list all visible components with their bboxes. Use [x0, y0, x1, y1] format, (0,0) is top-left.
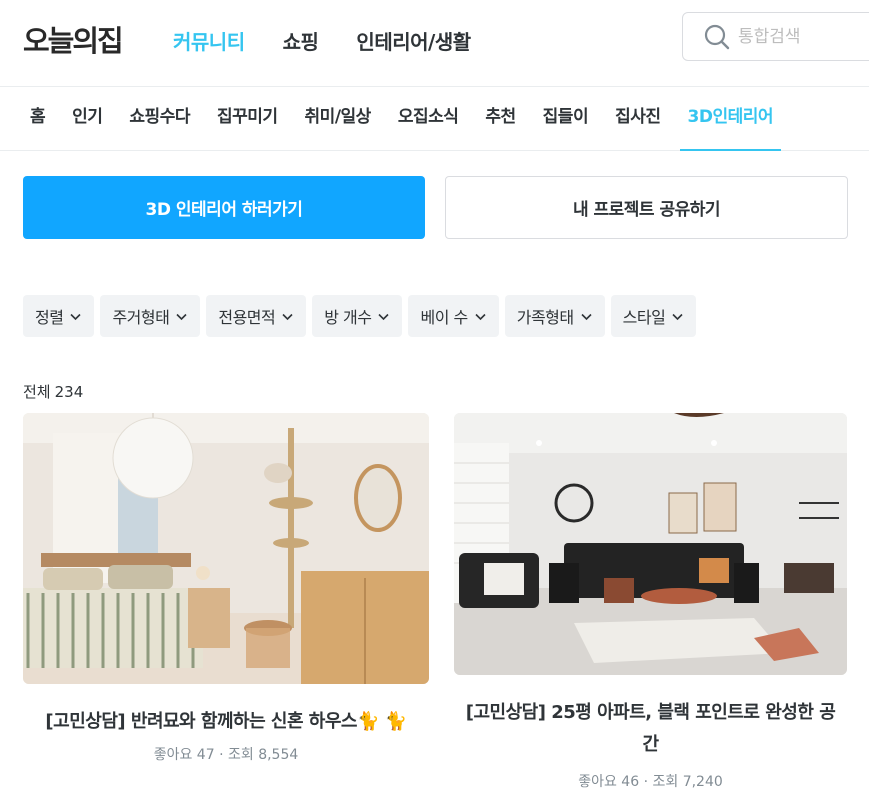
- chevron-down-icon: [672, 313, 683, 320]
- view-count: 조회 8,554: [227, 747, 299, 763]
- nav-shopping[interactable]: 쇼핑: [283, 26, 319, 55]
- like-count: 좋아요 46: [578, 774, 640, 790]
- filter-label: 주거형태: [112, 308, 170, 327]
- project-stats: 좋아요 47 · 조회 8,554: [153, 747, 299, 763]
- share-project-button[interactable]: 내 프로젝트 공유하기: [445, 176, 848, 239]
- subnav-decorating[interactable]: 집꾸미기: [217, 87, 278, 150]
- project-card[interactable]: [고민상담] 반려묘와 함께하는 신혼 하우스🐈 🐈 좋아요 47 · 조회 8…: [23, 413, 429, 764]
- chevron-down-icon: [581, 313, 592, 320]
- subnav-shopping-talk[interactable]: 쇼핑수다: [129, 87, 190, 150]
- result-count: 전체 234: [23, 381, 87, 402]
- project-card[interactable]: [고민상담] 25평 아파트, 블랙 포인트로 완성한 공간 좋아요 46 · …: [454, 413, 847, 791]
- global-nav: 커뮤니티 쇼핑 인테리어/생활: [173, 26, 471, 55]
- search-icon: [704, 24, 730, 50]
- result-count-value: 234: [54, 383, 84, 401]
- subnav-housewarming[interactable]: 집들이: [543, 87, 589, 150]
- project-title[interactable]: [고민상담] 25평 아파트, 블랙 포인트로 완성한 공간: [454, 697, 847, 761]
- filter-label: 베이 수: [420, 308, 468, 327]
- filter-bay-count[interactable]: 베이 수: [408, 295, 499, 337]
- filter-floor-area[interactable]: 전용면적: [206, 295, 307, 337]
- search-input[interactable]: [738, 25, 868, 49]
- filter-label: 방 개수: [324, 308, 372, 327]
- like-count: 좋아요 47: [153, 747, 215, 763]
- filter-style[interactable]: 스타일: [610, 295, 697, 337]
- chevron-down-icon: [475, 313, 486, 320]
- subnav-house-photos[interactable]: 집사진: [615, 87, 661, 150]
- subnav-home[interactable]: 홈: [30, 87, 46, 150]
- logo[interactable]: 오늘의집: [23, 18, 124, 60]
- filter-sort[interactable]: 정렬: [23, 295, 95, 337]
- chevron-down-icon: [282, 313, 293, 320]
- result-count-label: 전체: [23, 383, 51, 401]
- subnav-popular[interactable]: 인기: [72, 87, 103, 150]
- subnav-3d-interior[interactable]: 3D인테리어: [679, 87, 781, 151]
- community-subnav: 홈 인기 쇼핑수다 집꾸미기 취미/일상 오집소식 추천 집들이 집사진 3D인…: [0, 87, 869, 151]
- chevron-down-icon: [378, 313, 390, 320]
- subnav-hobby-daily[interactable]: 취미/일상: [305, 87, 372, 150]
- filter-family-type[interactable]: 가족형태: [504, 295, 605, 337]
- chevron-down-icon: [70, 313, 82, 320]
- filter-housing-type[interactable]: 주거형태: [100, 295, 201, 337]
- filter-label: 정렬: [35, 308, 64, 327]
- global-header: 오늘의집 커뮤니티 쇼핑 인테리어/생활: [0, 0, 869, 87]
- filter-room-count[interactable]: 방 개수: [312, 295, 403, 337]
- bedroom-render-image: [23, 413, 429, 684]
- living-room-render-image: [454, 413, 847, 675]
- project-thumbnail[interactable]: [23, 413, 429, 684]
- start-3d-interior-button[interactable]: 3D 인테리어 하러가기: [23, 176, 425, 239]
- search-box[interactable]: [682, 12, 869, 61]
- project-thumbnail[interactable]: [454, 413, 847, 675]
- subnav-recommended[interactable]: 추천: [485, 87, 516, 150]
- filter-label: 전용면적: [218, 308, 276, 327]
- filter-label: 가족형태: [516, 308, 574, 327]
- project-title[interactable]: [고민상담] 반려묘와 함께하는 신혼 하우스🐈 🐈: [23, 706, 429, 738]
- nav-community[interactable]: 커뮤니티: [173, 26, 245, 55]
- subnav-ohouse-news[interactable]: 오집소식: [398, 87, 459, 150]
- project-stats: 좋아요 46 · 조회 7,240: [578, 774, 723, 790]
- view-count: 조회 7,240: [652, 774, 723, 790]
- filter-label: 스타일: [622, 308, 666, 327]
- nav-interior-life[interactable]: 인테리어/생활: [356, 26, 471, 55]
- chevron-down-icon: [176, 313, 187, 320]
- filter-bar: 정렬 주거형태 전용면적 방 개수 베이 수 가족형태 스타일: [23, 295, 697, 337]
